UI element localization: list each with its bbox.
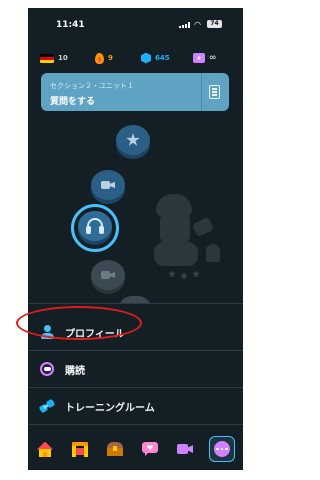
tab-chat[interactable] — [137, 436, 163, 462]
flame-icon — [95, 52, 104, 64]
headphones-icon — [86, 217, 104, 235]
chat-heart-icon — [142, 442, 158, 456]
lesson-node-locked-video[interactable] — [91, 260, 125, 290]
menu-item-subscription[interactable]: 購読 — [28, 351, 243, 388]
banner-divider — [201, 73, 202, 111]
gem-icon — [141, 52, 151, 64]
menu-item-label: トレーニングルーム — [65, 402, 155, 414]
unit-subtitle: セクション２・ユニット１ — [50, 82, 134, 90]
menu-item-label: 購読 — [65, 365, 85, 377]
more-icon — [214, 441, 230, 457]
battery-icon: 74 — [207, 20, 222, 28]
gem-count: 645 — [155, 54, 170, 62]
tab-video[interactable] — [172, 436, 198, 462]
energy-icon — [193, 53, 205, 63]
subscription-icon — [40, 362, 54, 376]
tab-home[interactable] — [32, 436, 58, 462]
signal-icon — [179, 22, 191, 28]
germany-flag-icon — [40, 53, 54, 63]
leaderboard-gate-icon — [72, 441, 88, 457]
lesson-node-video[interactable] — [91, 170, 125, 200]
status-bar: 11:41 ◠ 74 — [28, 8, 243, 38]
star-icon — [126, 133, 140, 146]
streak-count: 9 — [108, 54, 113, 62]
video-camera-icon — [101, 180, 115, 190]
chest-icon — [107, 442, 123, 456]
video-icon — [177, 443, 193, 455]
app-screen: 11:41 ◠ 74 10 9 645 ∞ セクション２・ユニット１ 質問をする… — [28, 8, 243, 470]
streak-stat[interactable]: 9 — [95, 50, 113, 66]
unit-title: 質問をする — [50, 97, 96, 107]
language-count: 10 — [58, 54, 68, 62]
language-stat[interactable]: 10 — [40, 50, 68, 66]
energy-count: ∞ — [209, 53, 217, 63]
video-camera-icon — [101, 270, 115, 280]
energy-stat[interactable]: ∞ — [193, 50, 217, 66]
tab-more[interactable] — [209, 436, 235, 462]
lesson-node-listening[interactable] — [78, 211, 112, 241]
gems-stat[interactable]: 645 — [141, 50, 170, 66]
menu-item-training-room[interactable]: トレーニングルーム — [28, 388, 243, 425]
wifi-icon: ◠ — [194, 20, 201, 29]
stats-bar: 10 9 645 ∞ — [28, 50, 243, 66]
tab-leaderboard[interactable] — [67, 436, 93, 462]
home-icon — [37, 441, 53, 457]
bottom-tab-bar — [28, 430, 243, 470]
character-illustration — [146, 186, 226, 286]
tab-shop[interactable] — [102, 436, 128, 462]
annotation-highlight — [16, 306, 142, 340]
status-time: 11:41 — [56, 20, 85, 30]
dumbbell-icon — [38, 398, 56, 414]
guidebook-icon[interactable] — [209, 85, 220, 99]
lesson-node-star[interactable] — [116, 125, 150, 155]
unit-banner[interactable]: セクション２・ユニット１ 質問をする — [41, 73, 229, 111]
